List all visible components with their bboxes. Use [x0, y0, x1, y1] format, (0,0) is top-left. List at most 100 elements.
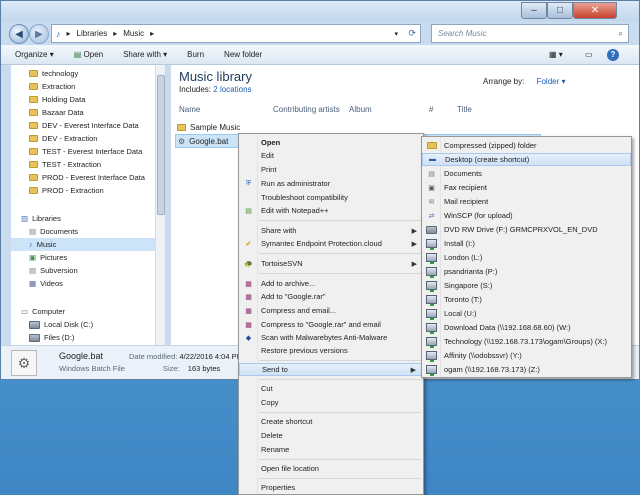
column-contributing-artists[interactable]: Contributing artists	[273, 105, 340, 114]
nav-drive-label: Files (D:)	[44, 333, 75, 342]
back-button[interactable]: ◀	[9, 24, 29, 44]
send-to-item[interactable]: Singapore (S:)	[422, 279, 631, 292]
menu-scan-malware[interactable]: ◆ Scan with Malwarebytes Anti-Malware	[239, 331, 423, 344]
send-to-item[interactable]: DVD RW Drive (F:) GRMCPRXVOL_EN_DVD	[422, 223, 631, 236]
column-header[interactable]: Name	[179, 105, 200, 114]
send-to-item[interactable]: ogam (\\192.168.73.173) (Z:)	[422, 363, 631, 376]
maximize-icon: □	[556, 5, 564, 16]
nav-computer[interactable]: ▭ Computer	[21, 305, 65, 318]
send-to-item[interactable]: Toronto (T:)	[422, 293, 631, 306]
pictures-icon: ▣	[29, 253, 37, 262]
send-to-item[interactable]: Affinity (\\odobssvr) (Y:)	[422, 349, 631, 362]
menu-edit-notepad[interactable]: ▤ Edit with Notepad++	[239, 204, 423, 217]
breadcrumb-libraries[interactable]: Libraries	[77, 29, 108, 38]
nav-library-item-selected[interactable]: ♪ Music	[11, 238, 164, 251]
burn-button[interactable]: Burn	[187, 50, 204, 59]
new-folder-button[interactable]: New folder	[224, 50, 262, 59]
scrollbar-thumb[interactable]	[157, 75, 165, 215]
address-bar[interactable]: ♪ ▸ Libraries ▸ Music ▸ ▾ ⟳	[51, 24, 421, 43]
menu-add-rar[interactable]: ▦ Add to "Google.rar"	[239, 290, 423, 303]
column-title[interactable]: Title	[457, 105, 472, 114]
nav-drive-item[interactable]: Files (D:)	[29, 331, 74, 344]
nav-folder-item[interactable]: DEV - Everest Interface Data	[29, 119, 139, 132]
send-to-item-highlighted[interactable]: ▬ Desktop (create shortcut)	[422, 153, 631, 166]
menu-copy[interactable]: Copy	[239, 396, 423, 409]
menu-send-to[interactable]: Send to ▶	[239, 363, 423, 376]
column-header[interactable]: Album	[349, 105, 372, 114]
refresh-icon[interactable]: ⟳	[408, 28, 416, 39]
arrange-by-dropdown[interactable]: Folder ▾	[537, 77, 566, 86]
menu-edit[interactable]: Edit	[239, 149, 423, 162]
close-button[interactable]: ✕	[573, 2, 617, 19]
menu-rename[interactable]: Rename	[239, 443, 423, 456]
nav-folder-item[interactable]: PROD - Extraction	[29, 184, 104, 197]
menu-create-shortcut[interactable]: Create shortcut	[239, 415, 423, 428]
menu-compress-email[interactable]: ▦ Compress and email...	[239, 304, 423, 317]
menu-run-as-admin[interactable]: ⛨ Run as administrator	[239, 177, 423, 190]
send-to-item[interactable]: Compressed (zipped) folder	[422, 139, 631, 152]
send-to-item[interactable]: ⇄ WinSCP (for upload)	[422, 209, 631, 222]
menu-share-with[interactable]: Share with ▶	[239, 224, 423, 237]
maximize-button[interactable]: □	[547, 2, 573, 19]
send-to-item[interactable]: London (L:)	[422, 251, 631, 264]
nav-folder-item[interactable]: TEST - Extraction	[29, 158, 101, 171]
nav-folder-item[interactable]: PROD - Everest Interface Data	[29, 171, 145, 184]
menu-tortoisesvn[interactable]: 🐢 TortoiseSVN ▶	[239, 257, 423, 270]
help-icon[interactable]: ?	[607, 48, 619, 61]
nav-folder-item[interactable]: DEV - Extraction	[29, 132, 97, 145]
send-to-item[interactable]: ▣ Fax recipient	[422, 181, 631, 194]
menu-troubleshoot[interactable]: Troubleshoot compatibility	[239, 191, 423, 204]
menu-add-archive[interactable]: ▦ Add to archive...	[239, 277, 423, 290]
nav-drive-item[interactable]: Local Disk (C:)	[29, 318, 93, 331]
send-to-item[interactable]: ▤ Documents	[422, 167, 631, 180]
send-to-label: ogam (\\192.168.73.173) (Z:)	[444, 365, 540, 374]
column-header[interactable]: Contributing artists	[273, 105, 340, 114]
view-options-icon[interactable]: ▦ ▾	[549, 50, 563, 59]
menu-restore-versions[interactable]: Restore previous versions	[239, 344, 423, 357]
menu-cut[interactable]: Cut	[239, 382, 423, 395]
share-with-button[interactable]: Share with ▾	[123, 50, 167, 59]
send-to-item[interactable]: psandrianta (P:)	[422, 265, 631, 278]
column-header[interactable]: Title	[457, 105, 472, 114]
menu-symantec[interactable]: ✔ Symantec Endpoint Protection.cloud ▶	[239, 237, 423, 250]
open-button[interactable]: ▤ Open	[74, 50, 103, 59]
nav-library-item[interactable]: ▤ Subversion	[29, 264, 78, 277]
menu-open-location[interactable]: Open file location	[239, 462, 423, 475]
nav-library-item[interactable]: ▤ Documents	[29, 225, 78, 238]
nav-folder-item[interactable]: technology	[29, 67, 78, 80]
forward-button[interactable]: ▶	[29, 24, 49, 44]
nav-folder-item[interactable]: TEST - Everest Interface Data	[29, 145, 142, 158]
minimize-button[interactable]: –	[521, 2, 547, 19]
file-row[interactable]: Sample Music	[177, 121, 240, 134]
send-to-item[interactable]: Local (U:)	[422, 307, 631, 320]
menu-delete[interactable]: Delete	[239, 429, 423, 442]
send-to-item[interactable]: Technology (\\192.168.73.173\ogam\Groups…	[422, 335, 631, 348]
menu-open[interactable]: Open	[239, 136, 423, 149]
network-drive-icon	[426, 323, 437, 334]
includes-locations-link[interactable]: 2 locations	[213, 85, 251, 94]
send-to-item[interactable]: ✉ Mail recipient	[422, 195, 631, 208]
send-to-item[interactable]: Download Data (\\192.168.68.60) (W:)	[422, 321, 631, 334]
preview-pane-icon[interactable]: ▭	[585, 50, 593, 59]
menu-properties[interactable]: Properties	[239, 481, 423, 494]
column-track-number[interactable]: #	[429, 105, 433, 114]
menu-separator	[259, 379, 421, 380]
menu-compress-rar-email[interactable]: ▦ Compress to "Google.rar" and email	[239, 318, 423, 331]
nav-libraries[interactable]: ▥ Libraries	[21, 212, 61, 225]
address-dropdown-icon[interactable]: ▾	[394, 30, 398, 38]
nav-folder-item[interactable]: Holding Data	[29, 93, 85, 106]
search-input[interactable]: Search Music ⌕	[431, 24, 629, 43]
nav-library-item[interactable]: ▦ Videos	[29, 277, 63, 290]
nav-folder-item[interactable]: Bazaar Data	[29, 106, 84, 119]
nav-library-item[interactable]: ▣ Pictures	[29, 251, 67, 264]
column-name[interactable]: Name	[179, 105, 200, 114]
column-album[interactable]: Album	[349, 105, 372, 114]
send-to-item[interactable]: Install (I:)	[422, 237, 631, 250]
arrange-by: Arrange by: Folder ▾	[483, 77, 566, 86]
nav-folder-item[interactable]: Extraction	[29, 80, 75, 93]
menu-print[interactable]: Print	[239, 163, 423, 176]
column-header[interactable]: #	[429, 105, 433, 114]
navigation-scrollbar[interactable]	[155, 65, 165, 345]
organize-button[interactable]: Organize ▾	[15, 50, 54, 59]
breadcrumb-music[interactable]: Music	[123, 29, 144, 38]
